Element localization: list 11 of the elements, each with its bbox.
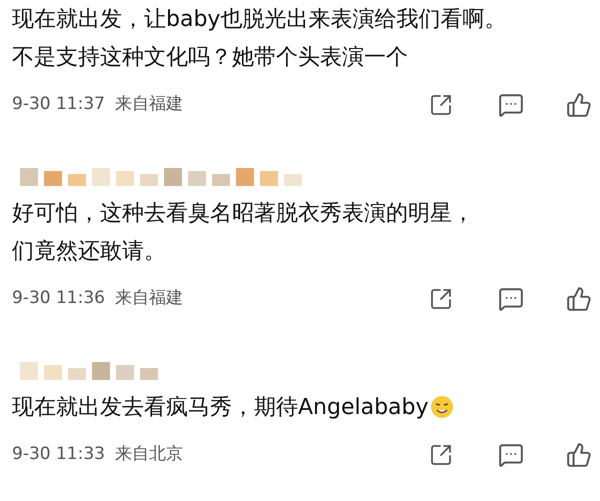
comment-location: 来自北京 bbox=[114, 443, 183, 466]
comment-text: 现在就出发去看疯马秀，期待Angelababy bbox=[12, 394, 429, 422]
comment-time: 9-30 11:33 bbox=[12, 443, 105, 466]
comment-location: 来自福建 bbox=[114, 93, 183, 116]
comment-time: 9-30 11:37 bbox=[12, 93, 105, 116]
comment-text: 现在就出发，让baby也脱光出来表演给我们看啊。 bbox=[12, 6, 506, 34]
comment-location: 来自福建 bbox=[114, 287, 183, 310]
comment-text: 们竟然还敢请。 bbox=[12, 238, 166, 266]
comment-text: 好可怕，这种去看臭名昭著脱衣秀表演的明星， bbox=[12, 200, 474, 228]
comment-text: 不是支持这种文化吗？她带个头表演一个 bbox=[12, 44, 408, 72]
comment-time: 9-30 11:36 bbox=[12, 287, 105, 310]
